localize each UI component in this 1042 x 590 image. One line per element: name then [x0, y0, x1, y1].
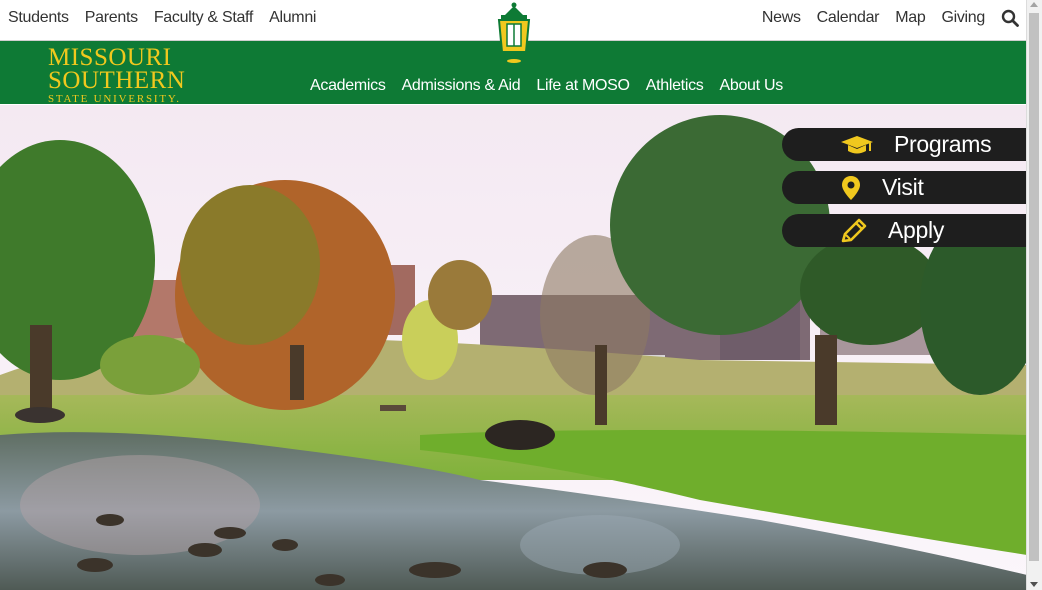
- utility-nav-left: Students Parents Faculty & Staff Alumni: [8, 9, 316, 27]
- utility-nav-right: News Calendar Map Giving: [762, 9, 1019, 27]
- utility-link-parents[interactable]: Parents: [85, 9, 138, 27]
- nav-admissions-aid[interactable]: Admissions & Aid: [402, 77, 521, 95]
- cta-button-group: Programs Visit Apply: [782, 128, 1027, 257]
- search-icon[interactable]: [1001, 9, 1019, 27]
- graduation-cap-icon: [841, 136, 873, 154]
- utility-link-alumni[interactable]: Alumni: [269, 9, 316, 27]
- nav-life-at-moso[interactable]: Life at MOSO: [536, 77, 630, 95]
- utility-link-faculty-staff[interactable]: Faculty & Staff: [154, 9, 254, 27]
- lantern-logo-icon[interactable]: [496, 2, 532, 64]
- programs-button[interactable]: Programs: [782, 128, 1027, 161]
- utility-link-news[interactable]: News: [762, 9, 801, 27]
- map-marker-icon: [842, 176, 860, 200]
- logo-line-3: STATE UNIVERSITY.: [48, 93, 181, 105]
- utility-link-calendar[interactable]: Calendar: [817, 9, 880, 27]
- utility-link-map[interactable]: Map: [895, 9, 926, 27]
- logo-line-2: SOUTHERN: [48, 67, 186, 94]
- scrollbar-thumb[interactable]: [1029, 13, 1039, 561]
- nav-athletics[interactable]: Athletics: [646, 77, 704, 95]
- visit-button[interactable]: Visit: [782, 171, 1027, 204]
- scroll-down-arrow-icon[interactable]: [1030, 582, 1038, 587]
- programs-label: Programs: [894, 131, 992, 157]
- university-logo[interactable]: MISSOURI SOUTHERN STATE UNIVERSITY.: [48, 45, 185, 105]
- scroll-up-arrow-icon[interactable]: [1030, 2, 1038, 7]
- apply-label: Apply: [888, 217, 945, 243]
- apply-button[interactable]: Apply: [782, 214, 1027, 247]
- utility-link-students[interactable]: Students: [8, 9, 69, 27]
- nav-academics[interactable]: Academics: [310, 77, 386, 95]
- pencil-icon: [841, 218, 867, 243]
- page-scrollbar[interactable]: [1026, 0, 1042, 590]
- utility-link-giving[interactable]: Giving: [941, 9, 985, 27]
- visit-label: Visit: [882, 174, 924, 200]
- nav-about-us[interactable]: About Us: [719, 77, 783, 95]
- main-nav: Academics Admissions & Aid Life at MOSO …: [310, 77, 783, 95]
